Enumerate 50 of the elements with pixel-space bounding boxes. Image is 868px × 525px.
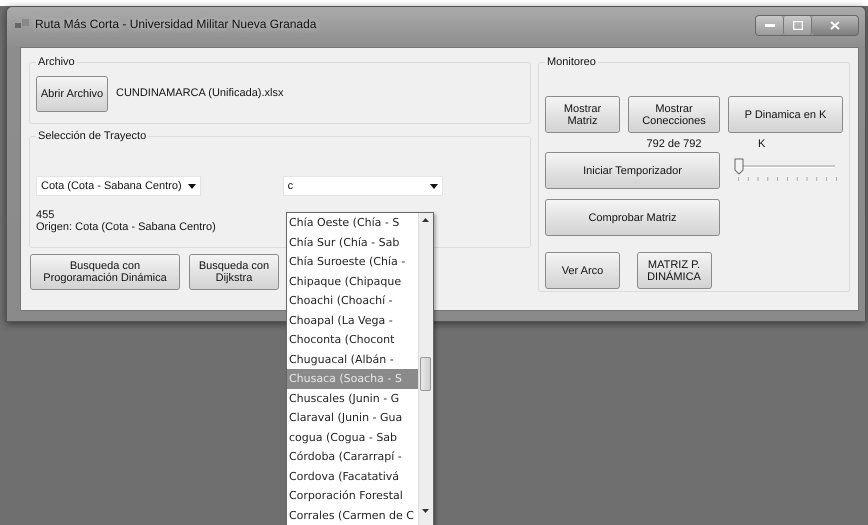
dropdown-item[interactable]: Choapal (La Vega - — [287, 310, 418, 330]
slider-thumb[interactable] — [734, 158, 744, 175]
show-matrix-button[interactable]: Mostrar Matriz — [545, 96, 620, 133]
group-title: Selección de Trayecto — [37, 130, 148, 142]
dropdown-item[interactable]: Chía Suroeste (Chía - — [287, 252, 418, 272]
check-matrix-button[interactable]: Comprobar Matriz — [545, 199, 720, 236]
close-icon — [830, 21, 840, 30]
scroll-down-icon[interactable] — [422, 509, 429, 513]
show-connections-button[interactable]: Mostrar Conecciones — [628, 96, 720, 133]
dropdown-item[interactable]: Chipaque (Chipaque — [287, 272, 418, 291]
scrollbar[interactable] — [418, 213, 433, 525]
minimize-icon — [764, 24, 774, 28]
dropdown-item[interactable]: Chuguacal (Albán - — [287, 350, 418, 369]
app-icon — [15, 19, 29, 31]
k-label: K — [757, 137, 766, 152]
start-timer-button[interactable]: Iniciar Temporizador — [545, 152, 720, 189]
dropdown-item[interactable]: Chía Sur (Chía - Sab — [287, 232, 418, 252]
dropdown-item[interactable]: Córdoba (Cararrapí - — [287, 447, 418, 466]
close-button[interactable] — [812, 16, 858, 35]
progress-label: 792 de 792 — [645, 137, 703, 152]
dropdown-item[interactable]: Choconta (Chocont — [287, 330, 418, 350]
open-file-button[interactable]: Abrir Archivo — [36, 76, 108, 112]
search-button[interactable]: Busqueda con Progoramación Dinámica — [30, 254, 180, 290]
view-arc-button[interactable]: Ver Arco — [545, 252, 620, 289]
file-name: CUNDINAMARCA (Unificada).xlsx — [116, 87, 284, 99]
search-button[interactable]: Busqueda con Dijkstra — [189, 254, 279, 290]
origin-label: Origen: Cota (Cota - Sabana Centro) — [36, 221, 216, 233]
dropdown-item[interactable]: Chía Oeste (Chía - S — [287, 213, 418, 232]
dropdown-item[interactable]: Choachi (Choachí - — [287, 291, 418, 310]
dropdown-item[interactable]: cogua (Cogua - Sab — [287, 428, 418, 447]
destination-combo[interactable]: c — [282, 176, 443, 196]
dp-matrix-button[interactable]: MATRIZ P. DINÁMICA — [636, 252, 712, 289]
dropdown-item[interactable]: Cordova (Facatativá — [287, 466, 418, 486]
origin-combo[interactable]: Cota (Cota - Sabana Centro) — [36, 176, 201, 196]
maximize-icon — [792, 21, 802, 30]
group-title: Monitoreo — [546, 56, 597, 68]
window-title: Ruta Más Corta - Universidad Militar Nueva Granada — [35, 17, 316, 31]
dropdown-arrow-icon[interactable] — [430, 184, 438, 188]
dropdown-item[interactable]: Chuscales (Junin - G — [287, 388, 418, 408]
count-label: 455 — [36, 209, 54, 221]
group-title: Archivo — [37, 56, 76, 68]
minimize-button[interactable] — [756, 16, 784, 35]
scrollbar-thumb[interactable] — [420, 357, 431, 391]
scroll-up-icon[interactable] — [422, 218, 429, 222]
maximize-button[interactable] — [784, 16, 812, 35]
dropdown-arrow-icon[interactable] — [188, 184, 196, 188]
dropdown-item[interactable]: Corrales (Carmen de C — [287, 506, 418, 525]
dropdown-item[interactable]: Corporación Forestal — [287, 486, 418, 506]
dropdown-item[interactable]: Claraval (Junin - Gua — [287, 408, 418, 428]
dp-in-k-button[interactable]: P Dinamica en K — [728, 96, 843, 133]
